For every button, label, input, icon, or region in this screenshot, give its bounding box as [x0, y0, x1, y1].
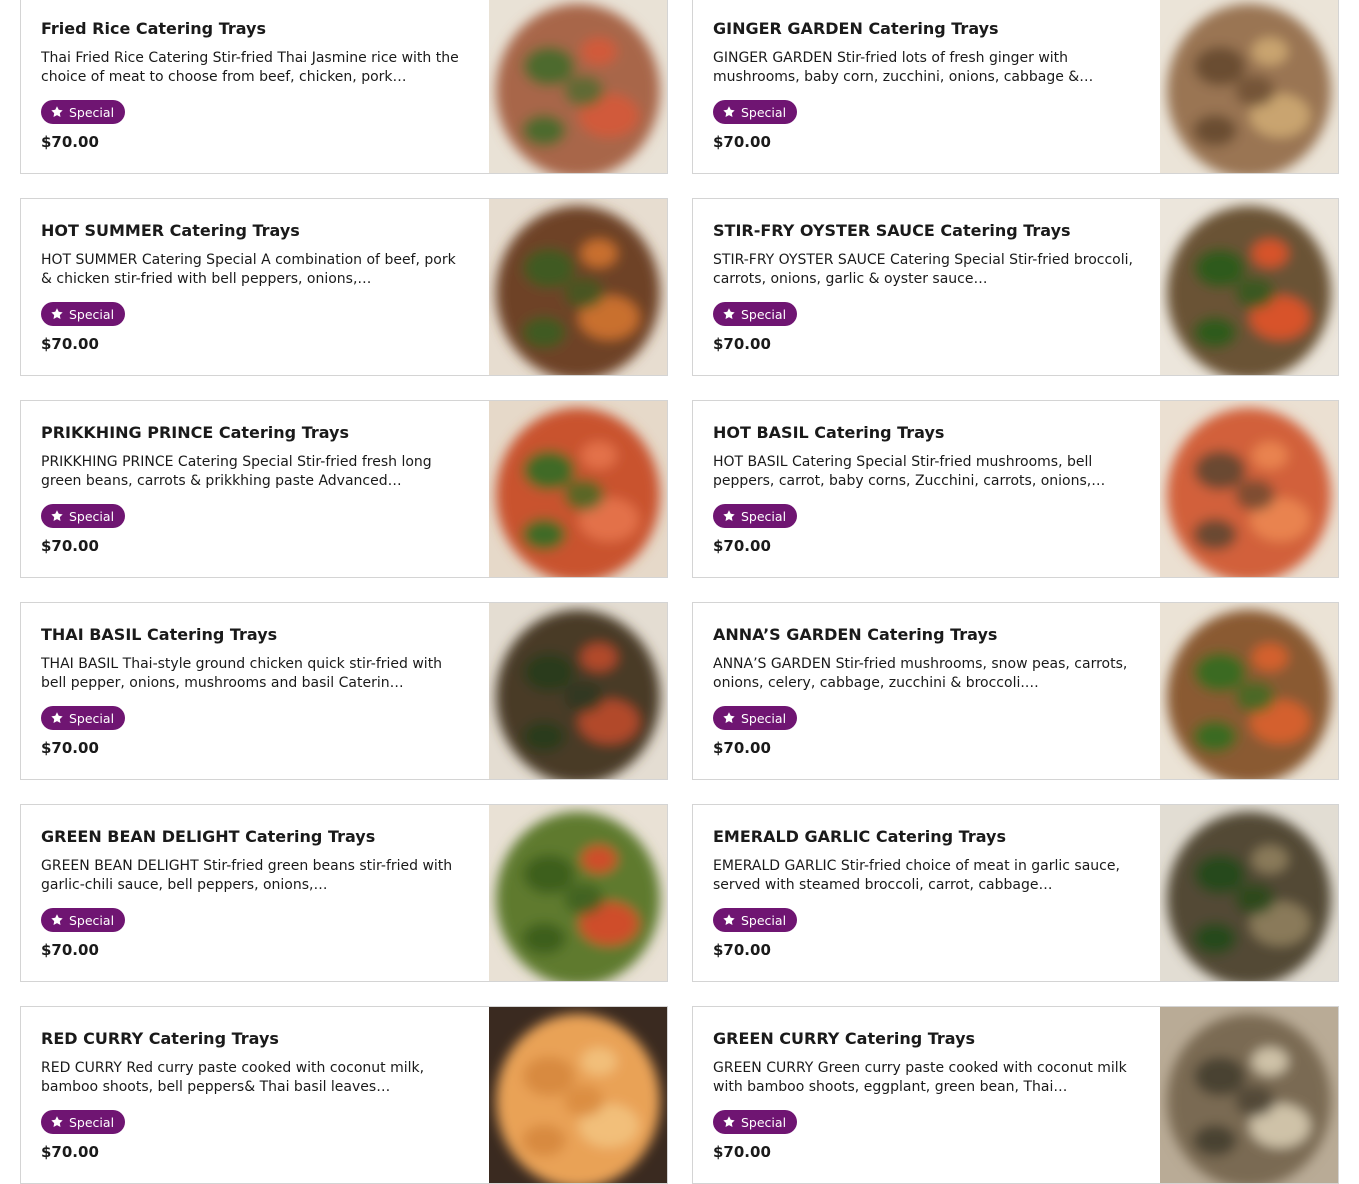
menu-item-card[interactable]: PRIKKHING PRINCE Catering Trays PRIKKHING…	[20, 400, 668, 578]
star-icon	[722, 307, 736, 321]
menu-item-price: $70.00	[41, 537, 99, 555]
special-badge-label: Special	[741, 306, 787, 322]
menu-item-description: Thai Fried Rice Catering Stir-fried Thai…	[41, 50, 459, 85]
menu-item-description: ANNA’S GARDEN Stir-fried mushrooms, snow…	[713, 656, 1128, 691]
menu-item-description: RED CURRY Red curry paste cooked with co…	[41, 1060, 425, 1095]
menu-item-description: HOT BASIL Catering Special Stir-fried mu…	[713, 454, 1106, 489]
menu-item-price: $70.00	[713, 1143, 771, 1161]
menu-item-description: GREEN BEAN DELIGHT Stir-fried green bean…	[41, 858, 453, 893]
menu-item-description: GINGER GARDEN Stir-fried lots of fresh g…	[713, 50, 1094, 85]
special-badge: Special	[713, 504, 798, 528]
star-icon	[722, 105, 736, 119]
menu-item-photo	[489, 0, 667, 173]
catering-menu-grid: Fried Rice Catering Trays Thai Fried Rice…	[20, 0, 1339, 1184]
special-badge-label: Special	[69, 104, 115, 120]
special-badge-label: Special	[69, 508, 115, 524]
menu-item-price: $70.00	[713, 335, 771, 353]
star-icon	[50, 711, 64, 725]
special-badge-label: Special	[69, 710, 115, 726]
menu-item-card[interactable]: THAI BASIL Catering Trays THAI BASIL Thai…	[20, 602, 668, 780]
menu-item-photo	[1160, 199, 1338, 375]
star-icon	[722, 711, 736, 725]
menu-item-photo	[1160, 603, 1338, 779]
menu-item-title: ANNA’S GARDEN Catering Trays	[713, 625, 998, 644]
star-icon	[50, 1115, 64, 1129]
menu-item-photo	[489, 401, 667, 577]
menu-item-price: $70.00	[41, 335, 99, 353]
menu-item-photo	[489, 805, 667, 981]
star-icon	[50, 105, 64, 119]
menu-item-photo	[489, 603, 667, 779]
star-icon	[50, 307, 64, 321]
star-icon	[50, 509, 64, 523]
menu-item-title: STIR-FRY OYSTER SAUCE Catering Trays	[713, 221, 1071, 240]
menu-item-photo	[489, 1007, 667, 1183]
menu-item-price: $70.00	[41, 133, 99, 151]
menu-item-description: THAI BASIL Thai-style ground chicken qui…	[41, 656, 443, 691]
menu-item-title: HOT BASIL Catering Trays	[713, 423, 945, 442]
menu-item-title: GREEN CURRY Catering Trays	[713, 1029, 976, 1048]
menu-item-description: PRIKKHING PRINCE Catering Special Stir-f…	[41, 454, 432, 489]
menu-item-description: STIR-FRY OYSTER SAUCE Catering Special S…	[713, 252, 1133, 287]
menu-item-title: GINGER GARDEN Catering Trays	[713, 19, 999, 38]
special-badge-label: Special	[741, 710, 787, 726]
special-badge-label: Special	[741, 104, 787, 120]
menu-item-price: $70.00	[41, 941, 99, 959]
star-icon	[722, 1115, 736, 1129]
menu-item-title: RED CURRY Catering Trays	[41, 1029, 279, 1048]
menu-item-description: GREEN CURRY Green curry paste cooked wit…	[713, 1060, 1127, 1095]
menu-item-card[interactable]: GREEN CURRY Catering Trays GREEN CURRY Gr…	[692, 1006, 1339, 1184]
special-badge: Special	[41, 706, 126, 730]
special-badge: Special	[41, 302, 126, 326]
menu-item-price: $70.00	[41, 739, 99, 757]
special-badge: Special	[41, 908, 126, 932]
star-icon	[722, 913, 736, 927]
menu-item-card[interactable]: EMERALD GARLIC Catering Trays EMERALD GAR…	[692, 804, 1339, 982]
menu-item-photo	[489, 199, 667, 375]
menu-item-photo	[1160, 805, 1338, 981]
menu-item-photo	[1160, 1007, 1338, 1183]
menu-item-title: EMERALD GARLIC Catering Trays	[713, 827, 1006, 846]
menu-item-card[interactable]: RED CURRY Catering Trays RED CURRY Red cu…	[20, 1006, 668, 1184]
menu-item-price: $70.00	[713, 739, 771, 757]
special-badge: Special	[713, 706, 798, 730]
menu-item-photo	[1160, 0, 1338, 173]
menu-item-price: $70.00	[713, 941, 771, 959]
menu-item-card[interactable]: GINGER GARDEN Catering Trays GINGER GARDE…	[692, 0, 1339, 174]
menu-item-title: HOT SUMMER Catering Trays	[41, 221, 300, 240]
menu-item-price: $70.00	[713, 537, 771, 555]
menu-item-card[interactable]: HOT BASIL Catering Trays HOT BASIL Cateri…	[692, 400, 1339, 578]
star-icon	[722, 509, 736, 523]
menu-item-description: EMERALD GARLIC Stir-fried choice of meat…	[713, 858, 1120, 893]
special-badge-label: Special	[69, 306, 115, 322]
special-badge: Special	[713, 908, 798, 932]
special-badge-label: Special	[69, 1114, 115, 1130]
menu-item-title: GREEN BEAN DELIGHT Catering Trays	[41, 827, 376, 846]
menu-item-photo	[1160, 401, 1338, 577]
menu-item-description: HOT SUMMER Catering Special A combinatio…	[41, 252, 456, 287]
menu-item-card[interactable]: GREEN BEAN DELIGHT Catering Trays GREEN B…	[20, 804, 668, 982]
special-badge: Special	[713, 100, 798, 124]
menu-item-title: THAI BASIL Catering Trays	[41, 625, 278, 644]
special-badge: Special	[41, 1110, 126, 1134]
menu-item-card[interactable]: Fried Rice Catering Trays Thai Fried Rice…	[20, 0, 668, 174]
special-badge: Special	[713, 1110, 798, 1134]
menu-item-title: PRIKKHING PRINCE Catering Trays	[41, 423, 349, 442]
star-icon	[50, 913, 64, 927]
menu-item-card[interactable]: ANNA’S GARDEN Catering Trays ANNA’S GARDE…	[692, 602, 1339, 780]
menu-item-card[interactable]: HOT SUMMER Catering Trays HOT SUMMER Cate…	[20, 198, 668, 376]
special-badge-label: Special	[741, 508, 787, 524]
special-badge-label: Special	[741, 1114, 787, 1130]
special-badge: Special	[713, 302, 798, 326]
menu-item-price: $70.00	[713, 133, 771, 151]
menu-item-title: Fried Rice Catering Trays	[41, 19, 266, 38]
special-badge-label: Special	[741, 912, 787, 928]
special-badge: Special	[41, 100, 126, 124]
special-badge: Special	[41, 504, 126, 528]
special-badge-label: Special	[69, 912, 115, 928]
menu-item-price: $70.00	[41, 1143, 99, 1161]
menu-item-card[interactable]: STIR-FRY OYSTER SAUCE Catering Trays STIR…	[692, 198, 1339, 376]
